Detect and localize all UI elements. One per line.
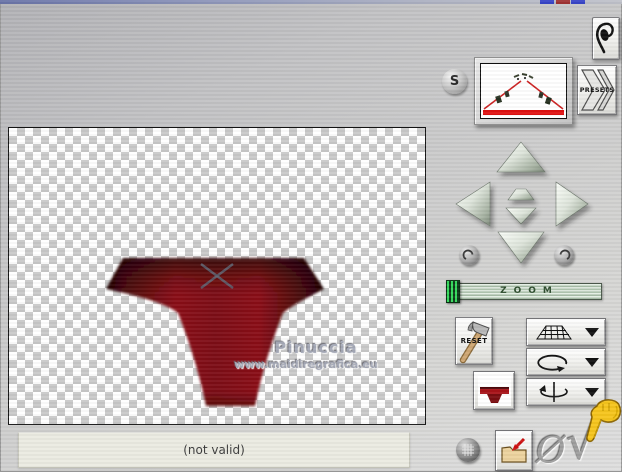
grid-icon: [462, 444, 474, 456]
perspective-grid-button[interactable]: [526, 318, 606, 346]
arrow-down-button[interactable]: [497, 231, 545, 264]
red-shape: [106, 258, 324, 406]
watermark-name: Pinuccia: [274, 338, 358, 357]
cancel-symbol: Ø: [536, 431, 566, 472]
reset-button[interactable]: RESET: [455, 317, 493, 365]
rotate-flat-button[interactable]: [526, 348, 606, 376]
pointing-hand-icon: [586, 399, 622, 443]
s-button[interactable]: S: [442, 69, 467, 94]
titlebar-mark: [540, 0, 554, 4]
presets-button[interactable]: PRESETS: [577, 65, 617, 115]
arrow-right-button[interactable]: [555, 181, 589, 227]
status-text: (not valid): [183, 443, 245, 457]
scene-preview-icon: [480, 63, 567, 119]
presets-label: PRESETS: [579, 86, 615, 94]
nudge-down-button[interactable]: [505, 207, 537, 225]
folder-import-icon: [501, 437, 527, 463]
s-button-label: S: [449, 74, 460, 89]
source-shape-icon: [477, 375, 511, 406]
rotate-axis-icon: [539, 382, 568, 402]
arrow-up-button[interactable]: [496, 141, 546, 173]
zoom-slider[interactable]: ZOOM: [450, 283, 602, 300]
dropdown-arrow-icon: [585, 327, 599, 337]
status-bar: (not valid): [18, 432, 410, 468]
titlebar-mark: [556, 0, 570, 4]
grid-ball-button[interactable]: [456, 438, 480, 462]
scene-preview-frame[interactable]: [474, 57, 573, 125]
zoom-slider-handle[interactable]: [446, 280, 460, 303]
knob-curl-icon: [462, 249, 474, 260]
reset-label: RESET: [460, 337, 488, 345]
nudge-up-button[interactable]: [507, 188, 535, 201]
watermark-url: www.maidiregrafica.eu: [234, 358, 378, 371]
ear-logo-button[interactable]: [592, 17, 620, 60]
titlebar-mark: [571, 0, 585, 4]
dropdown-arrow-icon: [585, 357, 599, 367]
knob-curl-icon: [559, 249, 571, 260]
titlebar-remnant: [0, 0, 622, 4]
arrow-left-button[interactable]: [455, 181, 491, 227]
zoom-label: ZOOM: [500, 286, 559, 296]
plugin-window: Pinuccia www.maidiregrafica.eu (not vali…: [0, 0, 622, 472]
source-thumbnail-button[interactable]: [473, 371, 515, 410]
cancel-button[interactable]: Ø: [536, 434, 566, 470]
import-folder-button[interactable]: [495, 430, 533, 471]
preview-canvas[interactable]: Pinuccia www.maidiregrafica.eu: [8, 127, 426, 425]
rotate-circular-icon: [537, 354, 568, 372]
ear-icon: [595, 22, 614, 54]
knob-left-button[interactable]: [459, 245, 479, 265]
perspective-grid-icon: [536, 325, 572, 340]
knob-right-button[interactable]: [554, 245, 574, 265]
